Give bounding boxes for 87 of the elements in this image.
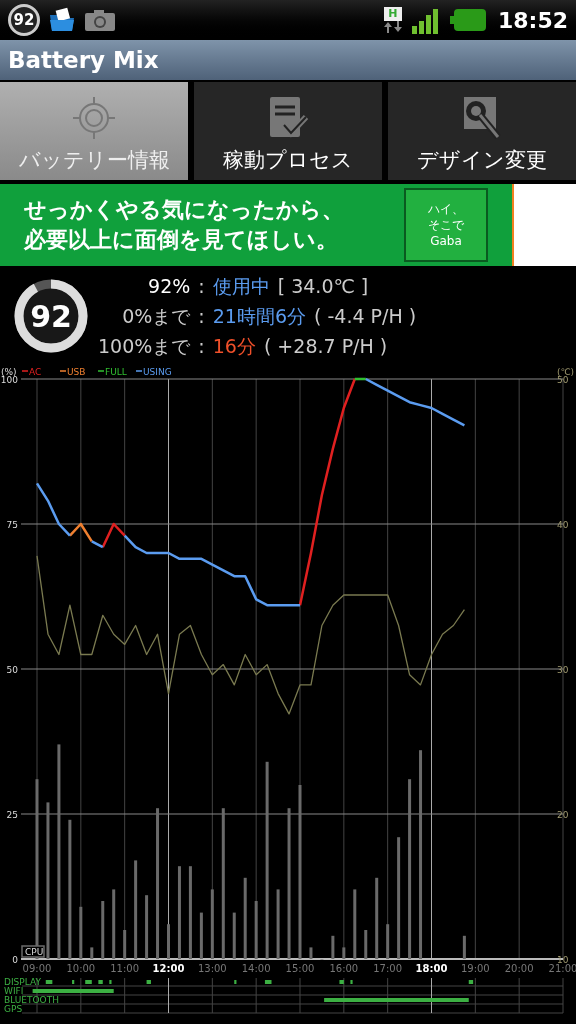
x-axis-label: 14:00: [241, 963, 271, 974]
cpu-bar: [101, 901, 105, 959]
x-axis-label: 09:00: [22, 963, 52, 974]
box-text: ハイ、: [428, 201, 464, 217]
lane-label: WIFI: [4, 986, 24, 996]
x-axis-label: 20:00: [504, 963, 534, 974]
network-type-badge: H: [384, 7, 402, 21]
x-axis-label: 16:00: [329, 963, 359, 974]
legend-label: USING: [143, 367, 172, 377]
y2-axis-label: 30: [557, 665, 569, 675]
cpu-bar: [276, 889, 280, 959]
x-axis-label: 10:00: [66, 963, 96, 974]
lane-label: DISPLAY: [4, 977, 41, 987]
info-label: 92%: [147, 274, 191, 299]
legend-item: AC: [21, 367, 42, 377]
legend-item: USING: [135, 367, 172, 377]
cpu-bar: [112, 889, 116, 959]
cpu-bar: [199, 912, 203, 959]
box-text: そこで: [428, 217, 464, 233]
y2-axis-label: 20: [557, 810, 569, 820]
info-detail: ( -4.4 P/H ): [314, 304, 417, 329]
camera-icon: [84, 8, 116, 32]
cpu-bar: [210, 889, 214, 959]
cpu-bar: [386, 924, 390, 959]
info-detail: ( +28.7 P/H ): [263, 334, 388, 359]
cpu-bar: [145, 895, 149, 959]
legend-label: USB: [67, 367, 86, 377]
x-axis-label: 15:00: [285, 963, 315, 974]
y2-axis-label: 40: [557, 520, 569, 530]
colon: :: [198, 304, 205, 329]
x-axis-label: 21:00: [548, 963, 576, 974]
x-axis-label: 17:00: [373, 963, 403, 974]
info-value: 21時間6分: [212, 304, 306, 329]
info-value: 16分: [212, 334, 256, 359]
tab[interactable]: 稼動プロセス: [194, 82, 382, 180]
x-axis-label: 19:00: [460, 963, 490, 974]
battery-status-badge: 92: [8, 4, 40, 36]
crosshair-icon: [72, 94, 116, 141]
cpu-bar: [123, 930, 127, 959]
cpu-bar: [79, 906, 83, 959]
cpu-bar: [462, 935, 466, 959]
legend-label: FULL: [105, 367, 127, 377]
cpu-bar: [353, 889, 357, 959]
colon: :: [198, 334, 205, 359]
y-axis-label: 75: [6, 520, 18, 530]
y2-axis-label: 10: [557, 955, 569, 965]
cpu-bar: [331, 935, 335, 959]
info-value: 使用中: [212, 274, 270, 299]
battery-icon: [449, 8, 486, 32]
legend-item: USB: [59, 367, 86, 377]
colon: :: [198, 274, 205, 299]
cpu-bar: [167, 924, 170, 959]
cpu-bar: [90, 947, 94, 959]
cpu-bar: [364, 930, 368, 959]
y-axis-label: 0: [12, 955, 18, 965]
cpu-bar: [254, 901, 258, 959]
y2-axis-label: 50: [557, 375, 569, 385]
y-axis-label: 50: [6, 665, 18, 675]
lane-label: BLUETOOTH: [4, 995, 59, 1005]
legend-label: AC: [29, 367, 42, 377]
info-detail: [ 34.0℃ ]: [277, 274, 369, 299]
info-label: 0%まで: [121, 304, 191, 329]
lane-label: GPS: [4, 1004, 23, 1014]
gauge-value: 92: [29, 297, 73, 336]
info-label: 100%まで: [98, 334, 191, 359]
tab[interactable]: デザイン変更: [388, 82, 576, 180]
box-text: Gaba: [430, 233, 462, 249]
x-axis-label: 12:00: [152, 963, 185, 974]
ad-text: 必要以上に面倒を見てほしい。: [24, 226, 339, 254]
y-axis-label: 25: [6, 810, 18, 820]
ad-text: せっかくやる気になったから、: [24, 196, 345, 224]
folder-icon: [48, 7, 76, 33]
clock-time: 18:52: [497, 6, 568, 35]
x-axis-label: 13:00: [197, 963, 227, 974]
y-axis-unit: (%): [1, 367, 17, 377]
app-title: Battery Mix: [8, 45, 159, 75]
x-axis-label: 11:00: [110, 963, 140, 974]
data-arrows-icon: [381, 21, 404, 33]
x-axis-label: 18:00: [415, 963, 448, 974]
y2-axis-unit: (℃): [557, 367, 575, 377]
y-axis-label: 100: [0, 375, 18, 385]
cpu-bar: [232, 912, 236, 959]
series-label: CPU: [25, 947, 44, 957]
legend-item: FULL: [97, 367, 127, 377]
cpu-bar: [342, 947, 346, 959]
cpu-bar: [309, 947, 313, 959]
cpu-label: CPU: [21, 945, 45, 958]
